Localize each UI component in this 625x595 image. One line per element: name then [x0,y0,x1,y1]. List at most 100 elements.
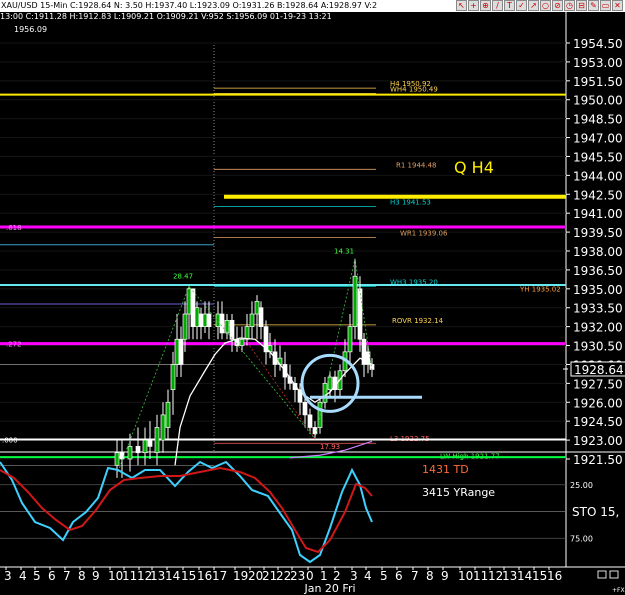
fib-label: .618 [6,224,22,232]
fib-label: .272 [6,341,22,349]
time-tick-label: 10 [458,569,473,583]
osc-tick-label: 75.00 [570,534,593,543]
candle-body [249,313,255,327]
fx-label: +FX [612,587,625,594]
arrow-icon[interactable]: ↗ [528,0,539,11]
candle-body [142,439,148,454]
time-tick-label: 21 [262,569,277,583]
clock-icon[interactable]: ◷ [564,0,575,11]
time-tick-label: 6 [395,569,403,583]
pivot-level-label: H3 1941.53 [390,199,431,207]
time-tick-label: 3 [4,569,12,583]
time-tick-label: 16 [197,569,212,583]
time-tick-label: 7 [411,569,419,583]
candle-body [114,452,120,466]
check-icon[interactable]: ✓ [516,0,527,11]
time-tick-label: 14 [165,569,180,583]
candle-body [347,326,353,353]
time-tick-label: 13 [502,569,517,583]
candle-body [229,319,235,340]
osc-tick-label: 25.00 [570,481,593,490]
price-tick-label: 1926.00 [573,396,623,410]
text-icon[interactable]: T [504,0,515,11]
candle-body [198,313,204,327]
time-tick-label: 15 [181,569,196,583]
candle-body [194,307,200,327]
zigzag-label: 28.47 [173,273,193,281]
scroll-button [609,570,619,579]
candle-body [154,427,160,454]
time-tick-label: 9 [92,569,100,583]
time-date-label: Jan 20 Fri [303,582,355,595]
fib-label: .000 [2,436,18,444]
pen-icon[interactable]: ✎ [588,0,599,11]
zigzag-label: 17.93 [320,443,340,451]
candle-body [178,338,184,365]
candle-body [244,326,250,340]
tag-icon[interactable]: ⊟ [576,0,587,11]
candle-body [254,301,260,315]
time-tick-label: 2 [333,569,341,583]
time-tick-label: 11 [473,569,488,583]
time-tick-label: 11 [122,569,137,583]
stochastic-d-line [0,466,373,554]
time-tick-label: 14 [517,569,532,583]
time-tick-label: 7 [63,569,71,583]
bar-info-value: 1956.09 [14,25,48,34]
current-price-label: 1928.64 [574,363,624,377]
chart-canvas[interactable]: 1954.501953.001951.501950.001948.501947.… [0,0,625,595]
time-tick-label: 23 [290,569,305,583]
close-icon[interactable]: ✕ [612,0,623,11]
candle-body [170,364,176,391]
time-tick-label: 0 [306,569,314,583]
price-tick-label: 1954.50 [573,37,623,51]
stop-icon[interactable]: ⊘ [552,0,563,11]
time-tick-label: 12 [488,569,503,583]
candle-body [219,313,225,334]
circle-icon[interactable]: ○ [540,0,551,11]
line-icon[interactable]: / [492,0,503,11]
candle-body [174,338,180,365]
bar-info-line: 13:00 C:1911.28 H:1912.83 L:1909.21 O:19… [0,12,332,21]
time-tick-label: 9 [441,569,449,583]
q-h4-label: Q H4 [454,158,494,177]
time-tick-label: 20 [248,569,263,583]
time-tick-label: 15 [532,569,547,583]
cursor-icon[interactable]: ↖ [456,0,467,11]
price-tick-label: 1953.00 [573,56,623,70]
time-tick-label: 4 [19,569,27,583]
price-tick-label: 1942.50 [573,188,623,202]
price-tick-label: 1935.00 [573,283,623,297]
price-tick-label: 1924.50 [573,415,623,429]
price-tick-label: 1944.00 [573,169,623,183]
candle-body [239,338,245,346]
chart-title: XAU/USD 15-Min C:1928.64 N: 3.50 H:1937.… [1,1,378,10]
price-tick-label: 1933.50 [573,302,623,316]
time-tick-label: 17 [212,569,227,583]
crosshair-icon[interactable]: + [468,0,479,11]
time-tick-label: 4 [364,569,372,583]
price-tick-label: 1947.00 [573,132,623,146]
candle-body [215,313,221,327]
pivot-level-label: ROVR 1932.14 [392,317,444,325]
time-tick-label: 8 [426,569,434,583]
price-tick-label: 1932.00 [573,321,623,335]
candle-body [135,446,141,454]
price-tick-label: 1921.50 [573,453,623,467]
candle-body [186,288,192,315]
candle-body [312,427,318,435]
candle-body [352,275,358,327]
zoom-icon[interactable]: ⊕ [480,0,491,11]
stochastic-k-line [0,460,373,564]
candle-body [206,313,212,327]
window-icon[interactable]: ▭ [600,0,611,11]
candle-body [127,446,133,460]
time-tick-label: 22 [276,569,291,583]
price-tick-label: 1939.50 [573,226,623,240]
time-tick-label: 10 [108,569,123,583]
time-tick-label: 19 [233,569,248,583]
td-label: 1431 TD [422,463,469,476]
price-tick-label: 1950.00 [573,94,623,108]
time-tick-label: 13 [150,569,165,583]
candle-body [307,414,313,428]
